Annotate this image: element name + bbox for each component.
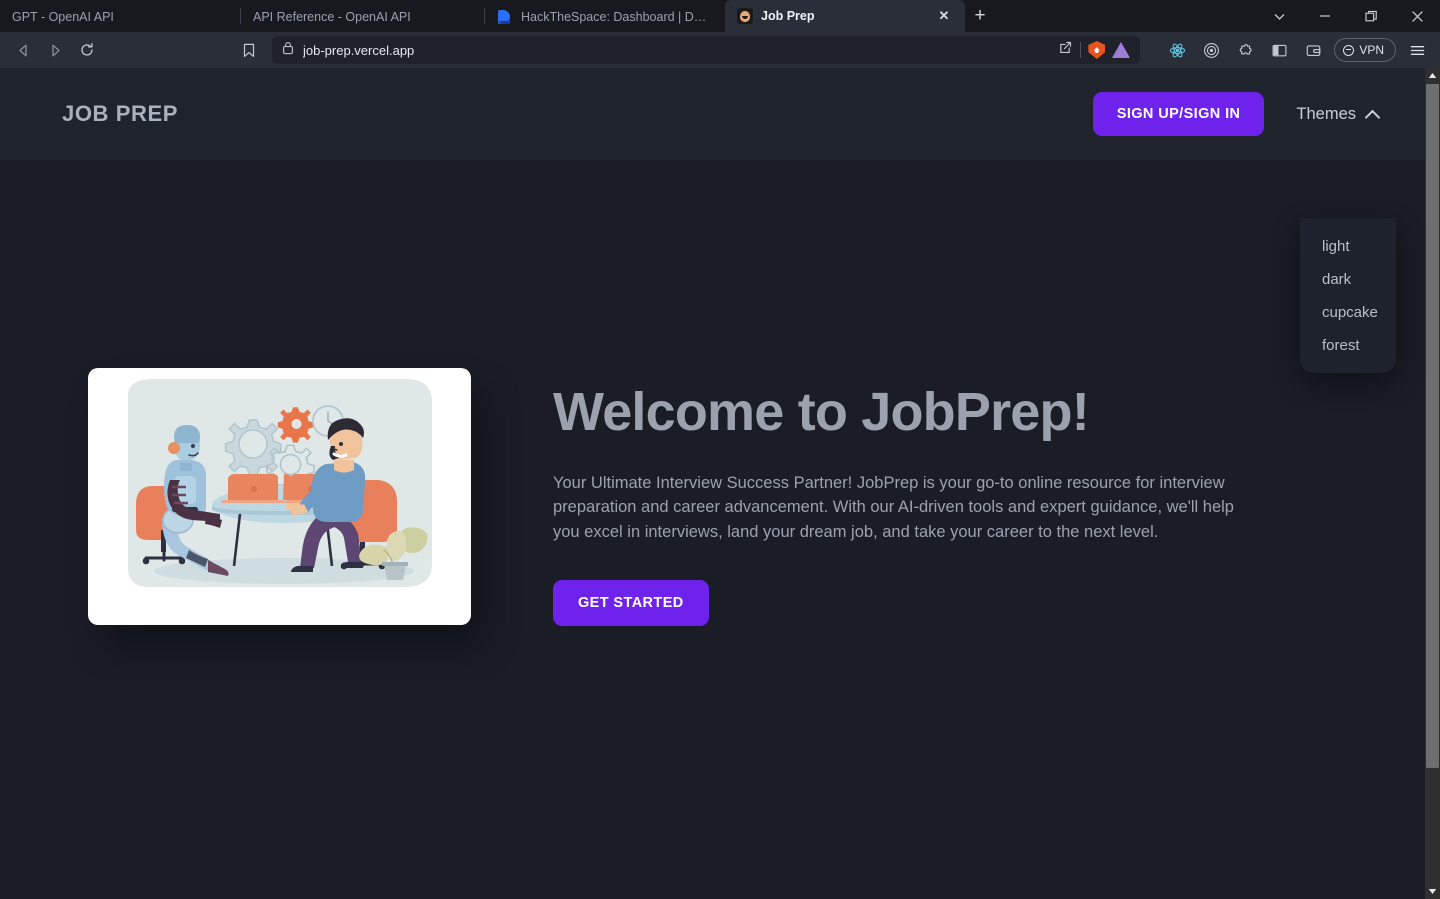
theme-option-cupcake[interactable]: cupcake (1300, 296, 1396, 329)
puzzle-piece-icon[interactable] (1230, 36, 1260, 64)
tab-close-button[interactable]: ✕ (935, 7, 953, 25)
vpn-label: VPN (1359, 43, 1384, 57)
window-controls (1256, 0, 1440, 32)
page-scrollbar[interactable] (1425, 68, 1440, 899)
vpn-status-icon (1343, 44, 1355, 56)
interview-illustration (128, 379, 432, 587)
tab-job-prep[interactable]: Job Prep ✕ (725, 0, 965, 32)
theme-option-dark[interactable]: dark (1300, 263, 1396, 296)
hero-copy: Welcome to JobPrep! Your Ultimate Interv… (553, 368, 1265, 627)
theme-option-forest[interactable]: forest (1300, 329, 1396, 362)
brave-lion-icon[interactable] (1088, 41, 1106, 59)
share-icon[interactable] (1058, 40, 1073, 60)
toolbar-extensions: VPN (1148, 36, 1432, 64)
chevron-up-icon (1366, 108, 1379, 121)
get-started-button[interactable]: GET STARTED (553, 579, 709, 627)
sidebar-panel-icon[interactable] (1264, 36, 1294, 64)
tab-title: HackTheSpace: Dashboard | Devfolio (521, 10, 713, 24)
restore-icon[interactable] (1348, 0, 1394, 32)
vercel-triangle-icon[interactable] (1112, 42, 1131, 58)
tab-gpt-openai-api[interactable]: GPT - OpenAI API (0, 2, 240, 32)
tab-strip: GPT - OpenAI API API Reference - OpenAI … (0, 0, 1440, 32)
wallet-icon[interactable] (1298, 36, 1328, 64)
hero-subtitle: Your Ultimate Interview Success Partner!… (553, 473, 1234, 541)
new-tab-button[interactable]: + (965, 1, 995, 31)
tab-hackthespace-devfolio[interactable]: HackTheSpace: Dashboard | Devfolio (485, 2, 725, 32)
page-title: Welcome to JobPrep! (553, 382, 1090, 442)
minimize-icon[interactable] (1302, 0, 1348, 32)
hero-section: Welcome to JobPrep! Your Ultimate Interv… (0, 160, 1425, 627)
themes-label: Themes (1296, 104, 1356, 123)
tab-title: GPT - OpenAI API (12, 10, 114, 24)
scroll-up-arrow-icon[interactable] (1425, 68, 1440, 83)
lock-icon (282, 41, 294, 60)
sign-up-sign-in-button[interactable]: SIGN UP/SIGN IN (1092, 91, 1265, 137)
reload-icon[interactable] (72, 36, 102, 64)
tab-title: API Reference - OpenAI API (253, 10, 411, 24)
tab-title: Job Prep (761, 9, 815, 23)
toolbar-divider (1080, 42, 1082, 58)
devfolio-icon (497, 9, 513, 25)
themes-dropdown-menu: light dark cupcake forest (1300, 218, 1396, 373)
back-arrow-icon[interactable] (8, 36, 38, 64)
navbar-actions: SIGN UP/SIGN IN Themes (1092, 91, 1387, 137)
job-prep-page: JOB PREP SIGN UP/SIGN IN Themes light da… (0, 68, 1425, 899)
bookmark-icon[interactable] (234, 36, 264, 64)
jobprep-icon (737, 8, 753, 24)
browser-toolbar: job-prep.vercel.app VPN (0, 32, 1440, 68)
site-navbar: JOB PREP SIGN UP/SIGN IN Themes (0, 68, 1425, 160)
hero-illustration-card (88, 368, 471, 625)
browser-window: GPT - OpenAI API API Reference - OpenAI … (0, 0, 1440, 899)
address-bar-actions (1058, 40, 1131, 60)
close-icon[interactable] (1394, 0, 1440, 32)
site-logo[interactable]: JOB PREP (62, 101, 178, 127)
theme-option-light[interactable]: light (1300, 230, 1396, 263)
tab-search-icon[interactable] (1256, 0, 1302, 32)
hamburger-menu-icon[interactable] (1402, 36, 1432, 64)
brave-rewards-icon[interactable] (1196, 36, 1226, 64)
scrollbar-thumb[interactable] (1426, 84, 1439, 768)
url-text: job-prep.vercel.app (303, 42, 415, 58)
tab-list: GPT - OpenAI API API Reference - OpenAI … (0, 0, 1256, 32)
address-bar[interactable]: job-prep.vercel.app (272, 36, 1141, 64)
page-viewport: JOB PREP SIGN UP/SIGN IN Themes light da… (0, 68, 1440, 899)
scroll-down-arrow-icon[interactable] (1425, 884, 1440, 899)
forward-arrow-icon[interactable] (40, 36, 70, 64)
vpn-button[interactable]: VPN (1334, 38, 1396, 62)
react-atom-icon[interactable] (1162, 36, 1192, 64)
tab-api-reference-openai-api[interactable]: API Reference - OpenAI API (241, 2, 484, 32)
themes-dropdown-button[interactable]: Themes (1288, 99, 1387, 130)
